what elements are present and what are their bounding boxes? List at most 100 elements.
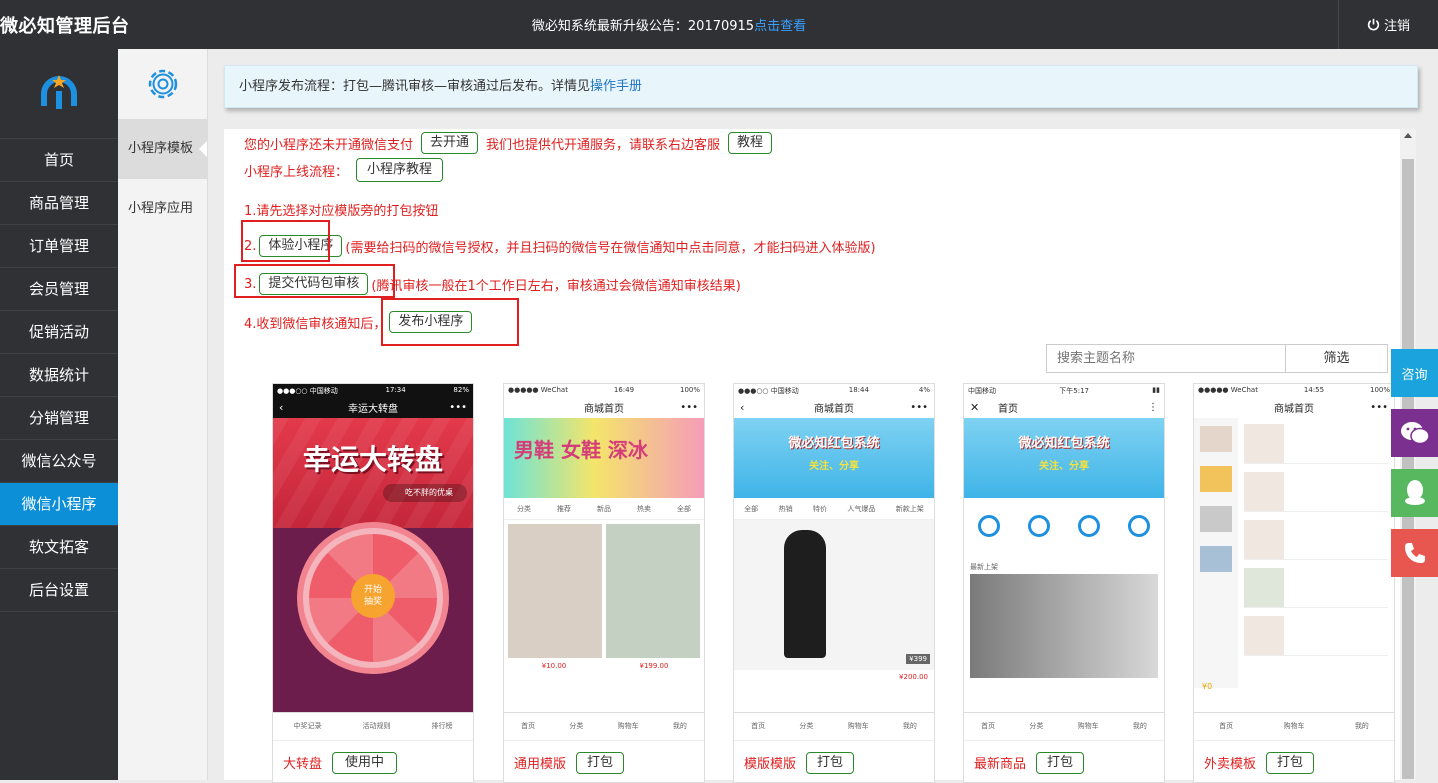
highlight-publish [381,298,519,346]
nav-wechat-official[interactable]: 微信公众号 [0,440,118,483]
preview-tab: 首页 [751,721,766,730]
logo [0,49,118,139]
wheel-start-button: 开始 抽奖 [351,574,395,618]
nav-home[interactable]: 首页 [0,139,118,182]
card-name: 大转盘 [283,757,323,772]
consult-label: 咨询 [1401,367,1428,383]
card-name: 通用模版 [514,757,567,772]
template-preview: 中国移动 下午5:17 ▮▮ ✕ 首页 ⋮ 微必知红包系统 关注、分享 最新上架 首页 … [964,384,1164,738]
sub-sidebar: 小程序模板 小程序应用 [118,49,208,780]
status-time: 18:44 [848,386,869,394]
preview-title: 商城首页 [584,403,624,415]
more-icon: ••• [449,401,467,413]
wheel-banner: 幸运大转盘 吃不胖的优桌 [273,418,473,528]
subnav-applications[interactable]: 小程序应用 [118,179,207,239]
step4-text: 4.收到微信审核通知后， [244,316,387,332]
brand-logo-icon [41,74,77,109]
newest-tag: 最新上架 [970,563,998,571]
card-pack-button[interactable]: 打包 [1266,751,1315,774]
mp-tutorial-button[interactable]: 小程序教程 [356,158,444,182]
preview-title: 商城首页 [814,403,854,415]
logout-button[interactable]: 注销 [1338,0,1438,49]
more-icon: ••• [680,401,698,413]
card-footer: 最新商品 打包 [964,740,1164,782]
preview-tab: 购物车 [617,721,639,730]
main-sidebar: 首页 商品管理 订单管理 会员管理 促销活动 数据统计 分销管理 微信公众号 微… [0,49,118,780]
tutorial-button[interactable]: 教程 [728,132,773,154]
card-pack-button[interactable]: 打包 [576,751,625,774]
status-time: 17:34 [385,386,406,394]
open-pay-button[interactable]: 去开通 [421,132,479,154]
redpack-banner: 微必知红包系统 关注、分享 [734,418,934,498]
preview-tab: 分类 [569,721,584,730]
template-card-general: ●●●●● WeChat 16:49 100% 商城首页 ••• 男鞋 女鞋 深冰 分… [503,383,705,783]
product-price: ¥200.00 [899,673,928,681]
top-bar: 微必知管理后台 微必知系统最新升级公告：20170915点击查看 注销 [0,0,1438,49]
pay-notice-line: 您的小程序还未开通微信支付 去开通 我们也提供代开通服务，请联系右边客服 教程 [244,132,773,154]
card-in-use-button[interactable]: 使用中 [332,751,398,774]
notice-link[interactable]: 点击查看 [754,19,806,34]
preview-tab: 购物车 [1077,721,1099,730]
wechat-icon [1400,422,1430,445]
main-content: 小程序发布流程：打包—腾讯审核—审核通过后发布。详情见操作手册 您的小程序还未开… [208,49,1438,783]
agent-notice: 我们也提供代开通服务，请联系右边客服 [486,137,721,153]
qq-service-button[interactable] [1391,469,1438,517]
preview-tab: 首页 [521,721,536,730]
product-image [970,574,1158,678]
preview-title: 幸运大转盘 [348,403,398,415]
manual-link[interactable]: 操作手册 [590,79,642,94]
wechat-service-button[interactable] [1391,409,1438,457]
nav-orders[interactable]: 订单管理 [0,225,118,268]
nav-promotions[interactable]: 促销活动 [0,311,118,354]
nav-wechat-miniprogram[interactable]: 微信小程序 [0,483,118,526]
logout-label: 注销 [1383,19,1410,34]
nav-products[interactable]: 商品管理 [0,182,118,225]
template-preview: ●●●○○ 中国移动 18:44 4% ‹ 商城首页 ••• 微必知红包系统 关注、分享… [734,384,934,738]
step1-line: 1.请先选择对应模版旁的打包按钮 [244,200,438,219]
nav-members[interactable]: 会员管理 [0,268,118,311]
notice-text: 微必知系统最新升级公告：20170915 [531,19,755,34]
template-card-newest: 中国移动 下午5:17 ▮▮ ✕ 首页 ⋮ 微必知红包系统 关注、分享 最新上架 首页 … [963,383,1165,783]
preview-tab: 我的 [1132,721,1147,730]
template-preview: ●●●●● WeChat 16:49 100% 商城首页 ••• 男鞋 女鞋 深冰 分… [504,384,704,738]
filter-button[interactable]: 筛选 [1286,344,1388,373]
power-icon [1367,18,1380,31]
more-icon: ⋮ [1148,401,1158,413]
product-price: ¥10.00 [541,662,567,670]
pay-notice: 您的小程序还未开通微信支付 [244,137,414,153]
card-pack-button[interactable]: 打包 [806,751,855,774]
phone-service-button[interactable] [1391,529,1438,577]
cart-total: ¥0 [1202,682,1213,691]
status-time: 下午5:17 [1059,387,1089,395]
step2-line: 2. 体验小程序 (需要给扫码的微信号授权，并且扫码的微信号在微信通知中点击同意… [244,235,876,257]
nav-statistics[interactable]: 数据统计 [0,354,118,397]
preview-title: 商城首页 [1274,403,1314,415]
nav-distribution[interactable]: 分销管理 [0,397,118,440]
redpack-banner: 微必知红包系统 关注、分享 [964,418,1164,498]
upgrade-notice: 微必知系统最新升级公告：20170915点击查看 [0,15,1338,34]
theme-search-input[interactable] [1046,344,1286,373]
card-name: 模版模版 [744,757,797,772]
online-flow-line: 小程序上线流程： 小程序教程 [244,158,444,182]
preview-tabbar: 中奖记录 活动规则 排行榜 [273,712,473,738]
back-icon: ‹ [279,400,284,414]
preview-tabbar: 首页 分类 购物车 我的 [734,712,934,738]
step3-text: (腾讯审核一般在1个工作日左右，审核通过会微信通知审核结果) [371,278,741,294]
back-icon: ‹ [740,400,745,414]
card-name: 外卖模板 [1204,757,1257,772]
more-icon: ••• [1370,401,1388,413]
highlight-submit [234,264,395,298]
wheel-hero-text: 幸运大转盘 [303,443,444,476]
preview-tab: 购物车 [847,721,869,730]
consult-button[interactable]: 咨询 [1391,349,1438,397]
card-footer: 模版模版 打包 [734,740,934,782]
nav-settings[interactable]: 后台设置 [0,569,118,612]
template-card-takeout: ●●●●● WeChat 14:55 100% 商城首页 ••• ¥0 首页 购… [1193,383,1395,783]
card-pack-button[interactable]: 打包 [1036,751,1085,774]
banner-hero-text: 微必知红包系统 [788,436,880,451]
subnav-templates[interactable]: 小程序模板 [118,119,207,179]
status-time: 14:55 [1303,386,1325,394]
nav-article-marketing[interactable]: 软文拓客 [0,526,118,569]
online-flow-label: 小程序上线流程： [244,164,349,180]
scroll-up-icon[interactable] [1404,133,1412,138]
